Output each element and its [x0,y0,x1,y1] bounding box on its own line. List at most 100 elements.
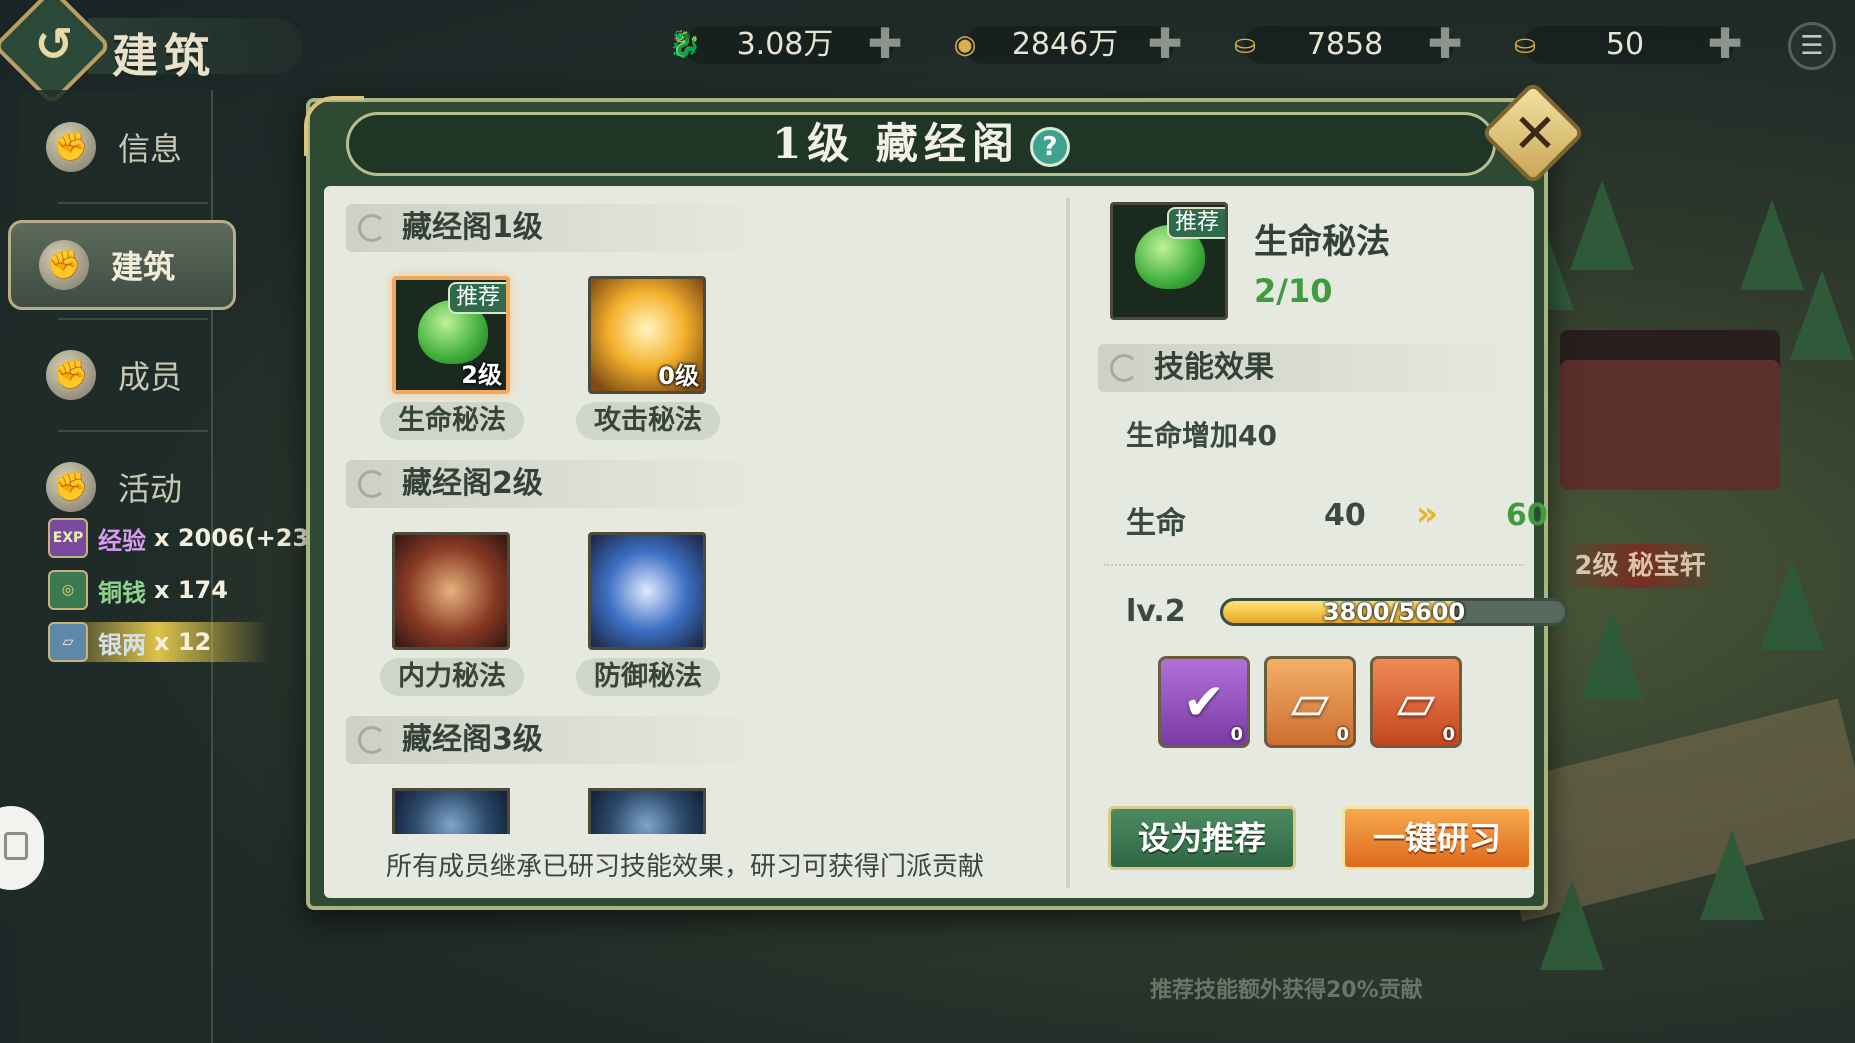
item-quantity: 0 [1442,724,1455,745]
reward-name: 银两 [98,630,146,659]
double-arrow-icon: » [1416,494,1438,534]
stat-label: 生命 [1126,506,1186,541]
copper-coin-icon: ◎ [48,570,88,610]
resource-coin: ◉ 2846万 ✚ [940,22,1190,68]
section-title: 藏经阁3级 [402,722,543,757]
swirl-icon [358,726,386,754]
section-header: 技能效果 [1098,344,1528,392]
resource-value: 7858 [1306,27,1384,62]
tree [1760,560,1824,650]
swirl-icon [1110,354,1138,382]
skill-defense[interactable]: 防御秘法 [574,532,720,702]
footer-note: 所有成员继承已研习技能效果，研习可获得门派贡献 [386,852,985,882]
tree [1540,880,1604,970]
add-resource-button[interactable]: ✚ [1702,22,1748,68]
inner-power-icon [395,535,507,647]
reward-amount: x 174 [154,576,228,604]
study-item-scroll[interactable]: ▱ 0 [1370,656,1462,748]
page-header: ↺ 建筑 [0,0,310,106]
skill-life[interactable]: 推荐 2级 生命秘法 [378,276,524,446]
sidebar: ✊ 信息 ✊ 建筑 ✊ 成员 ✊ 活动 [8,90,236,1043]
item-quantity: 0 [1230,724,1243,745]
reward-name: 铜钱 [98,578,146,607]
resource-silver: ⛀ 50 ✚ [1500,22,1750,68]
dragon-icon: 🐉 [668,30,702,60]
sidebar-item-label: 成员 [118,358,183,396]
skill-name: 内力秘法 [380,658,524,696]
sidebar-item-label: 建筑 [111,248,176,286]
coin-icon: ◉ [953,30,977,60]
divider [58,318,208,320]
panel-title-row: 1级 藏经阁? [349,115,1493,173]
tree [1700,830,1764,920]
panel-header: 1级 藏经阁? [346,112,1496,176]
skill-art [591,791,703,834]
swirl-icon [358,214,386,242]
recommend-hint: 推荐技能额外获得20%贡献 [1150,978,1423,1003]
tree [1580,610,1644,700]
fist-icon: ✊ [39,240,89,290]
skill-inner-power[interactable]: 内力秘法 [378,532,524,702]
skill-level: 0级 [658,362,699,390]
sidebar-item-building[interactable]: ✊ 建筑 [8,220,236,310]
close-icon[interactable]: ✕ [1505,104,1565,164]
section-header: 藏经阁2级 [346,460,776,508]
silver-ingot-icon: ⛀ [1514,30,1536,60]
skill-attack[interactable]: 0级 攻击秘法 [574,276,720,446]
skill-icon-life: 推荐 2级 [392,276,510,394]
exp-icon: EXP [48,518,88,558]
add-resource-button[interactable]: ✚ [862,22,908,68]
one-click-study-button[interactable]: 一键研习 [1342,806,1532,870]
panel-body: 藏经阁1级 推荐 2级 生命秘法 0级 攻击秘法 藏经阁2级 内力秘法 防御秘法… [324,186,1568,898]
recommended-badge: 推荐 [447,282,506,314]
set-recommend-button[interactable]: 设为推荐 [1108,806,1296,870]
reward-silver: ▱ 银两 x 12 [48,622,268,662]
add-resource-button[interactable]: ✚ [1422,22,1468,68]
tree [1790,270,1854,360]
sidebar-item-info[interactable]: ✊ 信息 [18,102,213,192]
reward-amount: x 12 [154,628,212,656]
skill-icon-inner-power [392,532,510,650]
skill-icon-defense [588,532,706,650]
map-building-label[interactable]: 2级 秘宝轩 [1560,544,1720,588]
fist-icon: ✊ [46,462,96,512]
detail-skill-progress: 2/10 [1254,272,1333,310]
level-label: lv.2 [1126,594,1186,629]
divider [58,202,208,204]
add-resource-button[interactable]: ✚ [1142,22,1188,68]
resource-value: 3.08万 [736,27,834,62]
reward-copper: ◎ 铜钱 x 174 [48,570,228,610]
skill-icon-partial[interactable] [588,788,706,834]
pane-divider [1066,198,1070,888]
skill-name: 攻击秘法 [576,402,720,440]
skill-level: 2级 [461,361,502,389]
stat-row: 生命 40 » 60 [1126,494,1548,542]
stat-next: 60 [1506,498,1548,533]
reward-name: 经验 [98,526,146,555]
page-title: 建筑 [112,29,216,83]
resource-gold: ⛀ 7858 ✚ [1220,22,1470,68]
help-icon[interactable]: ? [1029,127,1070,167]
skill-list[interactable]: 藏经阁1级 推荐 2级 生命秘法 0级 攻击秘法 藏经阁2级 内力秘法 防御秘法… [324,186,1064,898]
gold-ingot-icon: ⛀ [1234,30,1256,60]
skill-name: 防御秘法 [576,658,720,696]
back-arrow-icon[interactable]: ↺ [22,16,86,72]
detail-skill-icon: 推荐 [1110,202,1228,320]
skill-name: 生命秘法 [380,402,524,440]
divider [58,430,208,432]
study-item-checked[interactable]: ✔ 0 [1158,656,1250,748]
menu-button[interactable]: ☰ [1788,22,1836,70]
exp-progress-bar: 3800/5600 [1220,598,1568,626]
section-title: 藏经阁2级 [402,466,543,501]
temple-building[interactable] [1560,330,1780,490]
stat-current: 40 [1324,498,1366,533]
tree [1570,180,1634,270]
section-title: 藏经阁1级 [402,210,543,245]
resource-dragon: 🐉 3.08万 ✚ [660,22,910,68]
panel-title: 1级 藏经阁 [772,119,1020,168]
skill-icon-partial[interactable] [392,788,510,834]
study-item-scroll[interactable]: ▱ 0 [1264,656,1356,748]
sidebar-item-label: 信息 [118,130,183,168]
sidebar-item-members[interactable]: ✊ 成员 [18,330,213,420]
resource-value: 2846万 [1011,27,1119,62]
